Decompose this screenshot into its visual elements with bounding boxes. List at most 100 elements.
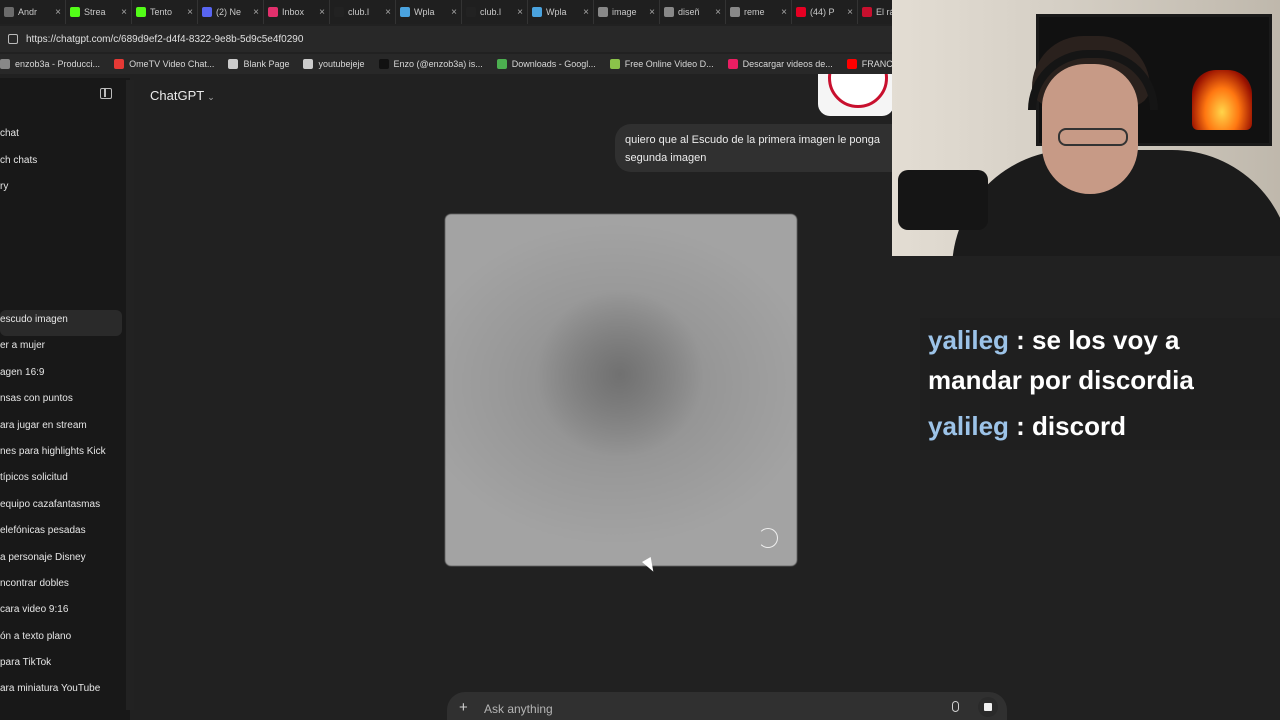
tab-favicon-icon: [400, 7, 410, 17]
sidebar-toggle-icon[interactable]: [100, 88, 112, 99]
user-message-bubble: quiero que al Escudo de la primera image…: [615, 124, 905, 172]
bookmark-favicon-icon: [727, 59, 738, 69]
model-label: ChatGPT: [150, 88, 205, 103]
close-icon[interactable]: ×: [121, 7, 127, 18]
generated-image-placeholder[interactable]: [445, 214, 797, 566]
tab-label: Strea: [84, 7, 106, 17]
close-icon[interactable]: ×: [715, 7, 721, 18]
site-info-icon[interactable]: [8, 34, 18, 44]
close-icon[interactable]: ×: [847, 7, 853, 18]
add-attachment-icon[interactable]: +: [459, 699, 468, 716]
sidebar: chat ch chats ry escudo imagen er a mujer…: [0, 78, 130, 720]
microphone-icon[interactable]: [952, 701, 959, 712]
chat-history-item[interactable]: cara video 9:16: [0, 600, 122, 626]
bookmark-item[interactable]: youtubejeje: [303, 59, 365, 69]
browser-tab[interactable]: (2) Ne ×: [198, 0, 264, 24]
chat-separator: :: [1008, 325, 1033, 355]
chat-history-item[interactable]: ón a texto plano: [0, 627, 122, 653]
browser-tab[interactable]: Wpla ×: [528, 0, 594, 24]
close-icon[interactable]: ×: [583, 7, 589, 18]
stop-generating-button[interactable]: [978, 697, 998, 717]
close-icon[interactable]: ×: [187, 7, 193, 18]
browser-tab[interactable]: club.l ×: [462, 0, 528, 24]
chat-text: discord: [1032, 411, 1126, 441]
bookmark-label: enzob3a - Producci...: [15, 59, 101, 69]
chat-history-item[interactable]: nes para highlights Kick: [0, 442, 122, 468]
attached-image-thumbnail[interactable]: [818, 74, 894, 116]
browser-tab[interactable]: (44) P ×: [792, 0, 858, 24]
url-text[interactable]: https://chatgpt.com/c/689d9ef2-d4f4-8322…: [26, 34, 303, 45]
close-icon[interactable]: ×: [781, 7, 787, 18]
bookmark-item[interactable]: Enzo (@enzob3a) is...: [378, 59, 483, 69]
model-selector[interactable]: ChatGPT ⌄: [150, 88, 215, 103]
close-icon[interactable]: ×: [253, 7, 259, 18]
composer-placeholder[interactable]: Ask anything: [484, 702, 553, 716]
bookmark-item[interactable]: enzob3a - Producci...: [0, 59, 100, 69]
chat-history-item[interactable]: nsas con puntos: [0, 389, 122, 415]
chat-history-item[interactable]: elefónicas pesadas: [0, 521, 122, 547]
bookmark-label: Downloads - Googl...: [511, 59, 596, 69]
chat-message: yalileg : discord: [920, 404, 1280, 450]
sidebar-scrollbar[interactable]: [126, 80, 134, 710]
tab-label: Andr: [18, 7, 38, 17]
bookmark-item[interactable]: Free Online Video D...: [609, 59, 714, 69]
bookmark-item[interactable]: Downloads - Googl...: [496, 59, 596, 69]
close-icon[interactable]: ×: [385, 7, 391, 18]
sidebar-item-library[interactable]: ry: [0, 179, 37, 206]
bookmark-item[interactable]: Blank Page: [228, 59, 289, 69]
browser-tab[interactable]: Wpla ×: [396, 0, 462, 24]
bookmark-favicon-icon: [0, 59, 10, 69]
tab-label: reme: [744, 7, 765, 17]
close-icon[interactable]: ×: [55, 7, 61, 18]
bookmark-label: youtubejeje: [318, 59, 365, 69]
bookmark-label: Descargar videos de...: [742, 59, 833, 69]
tab-favicon-icon: [466, 7, 476, 17]
tab-label: Wpla: [414, 7, 435, 17]
chat-history-item[interactable]: ara miniatura YouTube: [0, 679, 122, 705]
chat-username: yalileg: [928, 325, 1009, 355]
tab-label: diseñ: [678, 7, 700, 17]
tab-favicon-icon: [70, 7, 80, 17]
browser-tab[interactable]: Andr ×: [0, 0, 66, 24]
close-icon[interactable]: ×: [517, 7, 523, 18]
browser-tab[interactable]: reme ×: [726, 0, 792, 24]
sidebar-top-menu: chat ch chats ry: [0, 126, 37, 206]
chat-history-item[interactable]: ncontrar dobles: [0, 574, 122, 600]
bookmark-item[interactable]: OmeTV Video Chat...: [114, 59, 214, 69]
user-message-text: quiero que al Escudo de la primera image…: [625, 134, 880, 164]
browser-tab[interactable]: image ×: [594, 0, 660, 24]
bookmark-item[interactable]: Descargar videos de...: [727, 59, 833, 69]
browser-tab[interactable]: club.l ×: [330, 0, 396, 24]
close-icon[interactable]: ×: [649, 7, 655, 18]
tab-favicon-icon: [136, 7, 146, 17]
tab-label: (2) Ne: [216, 7, 242, 17]
tab-favicon-icon: [202, 7, 212, 17]
tab-label: Wpla: [546, 7, 567, 17]
tab-favicon-icon: [334, 7, 344, 17]
chat-history-item[interactable]: agen 16:9: [0, 363, 122, 389]
chat-history-item[interactable]: a personaje Disney: [0, 548, 122, 574]
close-icon[interactable]: ×: [451, 7, 457, 18]
chat-history-item[interactable]: escudo imagen: [0, 310, 122, 337]
tab-favicon-icon: [730, 7, 740, 17]
tab-favicon-icon: [532, 7, 542, 17]
chat-history-item[interactable]: típicos solicitud: [0, 468, 122, 494]
chat-history-item[interactable]: er a mujer: [0, 336, 122, 362]
chat-history-item[interactable]: equipo cazafantasmas: [0, 495, 122, 521]
microphone-arm: [898, 170, 988, 230]
browser-tab[interactable]: Strea ×: [66, 0, 132, 24]
chat-history-item[interactable]: para TikTok: [0, 653, 122, 679]
bookmark-favicon-icon: [303, 59, 314, 69]
browser-tab[interactable]: Tento ×: [132, 0, 198, 24]
close-icon[interactable]: ×: [319, 7, 325, 18]
bookmark-favicon-icon: [228, 59, 239, 69]
sidebar-item-search-chats[interactable]: ch chats: [0, 153, 37, 180]
browser-tab[interactable]: Inbox ×: [264, 0, 330, 24]
browser-tab[interactable]: diseñ ×: [660, 0, 726, 24]
message-composer[interactable]: + Ask anything: [447, 692, 1007, 720]
tab-favicon-icon: [664, 7, 674, 17]
bookmark-label: Free Online Video D...: [624, 59, 714, 69]
bookmark-favicon-icon: [378, 59, 389, 69]
chat-history-item[interactable]: ara jugar en stream: [0, 416, 122, 442]
sidebar-item-new-chat[interactable]: chat: [0, 126, 37, 153]
